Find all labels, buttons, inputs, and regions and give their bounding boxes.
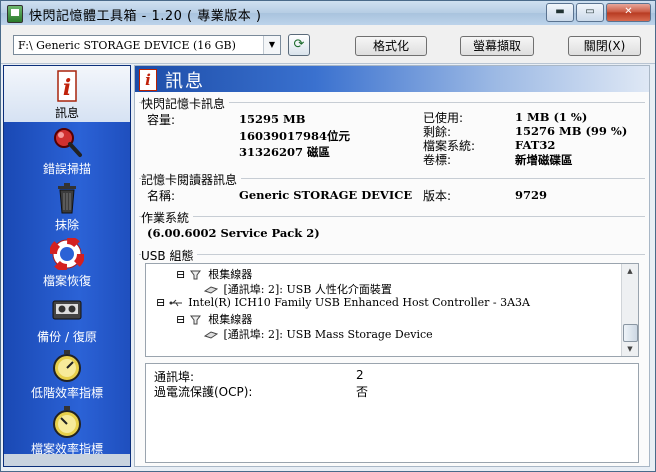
reader-name-label: 名稱: <box>147 189 176 203</box>
scroll-up-icon[interactable]: ▲ <box>622 264 638 278</box>
group-title: 快閃記憶卡訊息 <box>141 95 230 112</box>
hub-icon <box>189 270 201 280</box>
page-title: 訊息 <box>165 71 205 92</box>
hub-icon <box>189 315 201 325</box>
panel-header: i 訊息 <box>135 66 649 92</box>
usb-icon <box>169 299 182 307</box>
stopwatch-icon <box>53 350 81 382</box>
magnifier-icon <box>54 128 82 157</box>
sidebar-item-backup-restore[interactable]: 備份 / 復原 <box>4 290 130 346</box>
usb-device-icon <box>204 331 218 339</box>
capacity-mb: 15295 MB <box>239 112 306 126</box>
tree-expander[interactable]: ⊟ <box>176 268 185 281</box>
maximize-button[interactable]: ▭ <box>576 3 604 22</box>
app-icon <box>7 5 23 23</box>
sidebar-item-low-level-benchmark[interactable]: 低階效率指標 <box>4 346 130 402</box>
usb-tree[interactable]: ⊟ 根集線器 [通訊埠: 2]: USB 人性化介面裝置 ⊟ Intel(R) … <box>145 263 639 357</box>
sidebar-scroll-edge <box>4 454 130 466</box>
format-button[interactable]: 格式化 <box>355 36 427 56</box>
tree-node-label: [通訊埠: 2]: USB 人性化介面裝置 <box>223 283 392 296</box>
app-window: 快閃記憶體工具箱 - 1.20 ( 專業版本 ) ▬ ▭ ✕ F:\ Gener… <box>0 0 656 472</box>
sidebar-item-label: 備份 / 復原 <box>37 330 97 344</box>
reader-name-value: Generic STORAGE DEVICE <box>239 188 413 202</box>
group-title: 記憶卡閱讀器訊息 <box>141 171 242 188</box>
reader-version-label: 版本: <box>423 189 452 203</box>
window-title: 快閃記憶體工具箱 - 1.20 ( 專業版本 ) <box>29 9 262 24</box>
sidebar-item-file-benchmark[interactable]: 檔案效率指標 <box>4 402 130 458</box>
tree-node-label: 根集線器 <box>208 268 253 281</box>
sidebar-item-label: 訊息 <box>54 106 79 120</box>
group-title: 作業系統 <box>141 209 194 226</box>
sidebar-item-label: 抹除 <box>54 218 79 232</box>
used-value: 1 MB (1 %) <box>515 110 588 124</box>
sidebar-item-erase[interactable]: 抹除 <box>4 178 130 234</box>
window-controls: ▬ ▭ ✕ <box>546 3 651 22</box>
tree-node-mass-storage[interactable]: [通訊埠: 2]: USB Mass Storage Device <box>204 326 433 342</box>
file-system-value: FAT32 <box>515 138 556 152</box>
volume-value: 新增磁碟區 <box>515 153 573 167</box>
tree-node-label: Intel(R) ICH10 Family USB Enhanced Host … <box>188 296 530 309</box>
tree-node-hid-device[interactable]: [通訊埠: 2]: USB 人性化介面裝置 <box>204 281 392 297</box>
tree-expander[interactable]: ⊟ <box>156 296 165 309</box>
flash-card-info-group: 快閃記憶卡訊息 容量: 15295 MB 16039017984位元 31326… <box>139 95 645 173</box>
main-panel: i 訊息 快閃記憶卡訊息 容量: 15295 MB 16039017984位元 … <box>134 65 650 467</box>
group-title: USB 組態 <box>141 247 198 264</box>
tree-expander[interactable]: ⊟ <box>176 313 185 326</box>
tree-node-label: [通訊埠: 2]: USB Mass Storage Device <box>223 328 433 341</box>
screen-capture-button[interactable]: 螢幕擷取 <box>460 36 534 56</box>
minimize-button[interactable]: ▬ <box>546 3 574 22</box>
usb-device-icon <box>204 286 218 294</box>
refresh-icon[interactable]: ⟳ <box>288 34 310 56</box>
device-select-value: F:\ Generic STORAGE DEVICE (16 GB) <box>18 39 236 52</box>
tree-node-label: 根集線器 <box>208 313 253 326</box>
usb-config-group: USB 組態 <box>139 247 645 264</box>
device-select[interactable]: F:\ Generic STORAGE DEVICE (16 GB) ▼ <box>13 35 281 55</box>
reader-version-value: 9729 <box>515 188 548 202</box>
sidebar-item-error-scan[interactable]: 錯誤掃描 <box>4 122 130 178</box>
volume-label: 卷標: <box>423 153 452 167</box>
ocp-label: 過電流保護(OCP): <box>154 385 253 399</box>
free-value: 15276 MB (99 %) <box>515 124 628 138</box>
sidebar-item-label: 低階效率指標 <box>30 386 103 400</box>
port-value: 2 <box>356 368 364 382</box>
scroll-down-icon[interactable]: ▼ <box>622 342 638 356</box>
card-reader-info-group: 記憶卡閱讀器訊息 名稱: Generic STORAGE DEVICE 版本: … <box>139 171 645 209</box>
close-button[interactable]: 關閉(X) <box>568 36 641 56</box>
trash-icon <box>58 183 76 214</box>
svg-text:i: i <box>63 75 71 101</box>
sidebar-item-file-recovery[interactable]: 檔案恢復 <box>4 234 130 290</box>
tape-icon <box>52 300 82 320</box>
ocp-value: 否 <box>356 385 369 399</box>
chevron-down-icon[interactable]: ▼ <box>263 36 280 54</box>
close-window-button[interactable]: ✕ <box>606 3 651 22</box>
tree-node-host-controller[interactable]: ⊟ Intel(R) ICH10 Family USB Enhanced Hos… <box>156 296 530 309</box>
usb-detail-panel: 通訊埠: 2 過電流保護(OCP): 否 <box>145 363 639 463</box>
os-version-value: (6.00.6002 Service Pack 2) <box>147 226 320 240</box>
sidebar-item-label: 錯誤掃描 <box>42 162 91 176</box>
tree-node-root-hub[interactable]: ⊟ 根集線器 <box>176 311 252 327</box>
lifebuoy-icon <box>50 238 84 270</box>
tree-node-root-hub[interactable]: ⊟ 根集線器 <box>176 266 252 282</box>
sidebar: i 訊息 錯誤掃描 抹除 檔案恢復 備份 / 復原 低階效率指標 檔案效率指標 <box>3 65 131 467</box>
stopwatch-icon <box>53 406 81 438</box>
info-icon: i <box>57 70 77 102</box>
toolbar: F:\ Generic STORAGE DEVICE (16 GB) ▼ ⟳ 格… <box>1 25 655 64</box>
os-info-group: 作業系統 (6.00.6002 Service Pack 2) <box>139 209 645 245</box>
title-bar[interactable]: 快閃記憶體工具箱 - 1.20 ( 專業版本 ) ▬ ▭ ✕ <box>1 1 655 25</box>
capacity-label: 容量: <box>147 113 176 127</box>
info-icon: i <box>139 69 157 91</box>
usb-tree-scrollbar[interactable]: ▲ ▼ <box>621 264 638 356</box>
capacity-bytes: 16039017984位元 <box>239 129 351 143</box>
capacity-sectors: 31326207 磁區 <box>239 145 331 159</box>
sidebar-item-info[interactable]: i 訊息 <box>4 66 130 122</box>
scroll-thumb[interactable] <box>623 324 638 342</box>
sidebar-item-label: 檔案恢復 <box>42 274 91 288</box>
